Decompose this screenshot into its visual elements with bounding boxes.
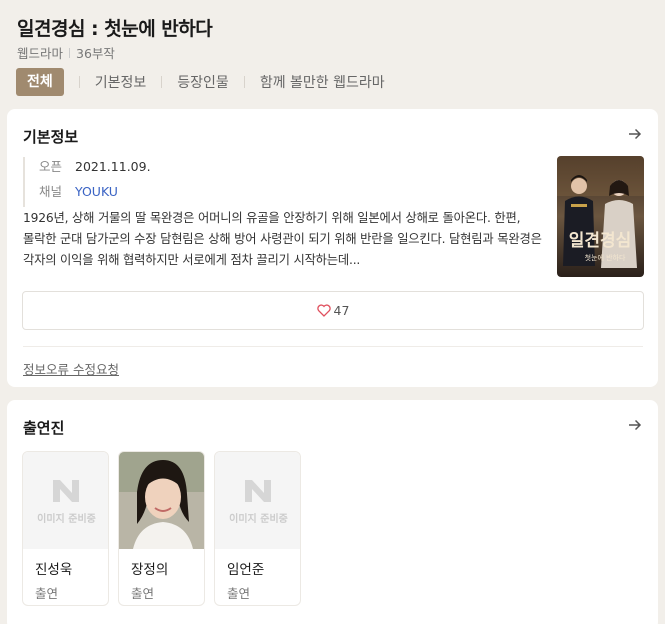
meta-row-channel: 채널 YOUKU bbox=[39, 182, 151, 207]
like-count: 47 bbox=[333, 303, 350, 318]
poster-subtitle: 첫눈에 반하다 bbox=[585, 253, 626, 262]
tab-basic-info[interactable]: 기본정보 bbox=[95, 72, 147, 92]
cast-photo-placeholder: 이미지 준비중 bbox=[215, 452, 300, 549]
placeholder-text: 이미지 준비중 bbox=[37, 514, 96, 525]
poster-title: 일견경심 bbox=[569, 231, 632, 251]
genre-label: 웹드라마 bbox=[17, 46, 64, 61]
section-title: 출연진 bbox=[23, 419, 65, 437]
divider bbox=[161, 76, 163, 88]
page-title: 일견경심 : 첫눈에 반하다 bbox=[17, 18, 213, 40]
heart-icon bbox=[316, 304, 331, 317]
tab-characters[interactable]: 등장인물 bbox=[177, 72, 229, 92]
cast-photo bbox=[119, 452, 204, 549]
cast-role: 출연 bbox=[35, 586, 59, 601]
cast-photo-placeholder: 이미지 준비중 bbox=[23, 452, 108, 549]
channel-link[interactable]: YOUKU bbox=[75, 182, 118, 207]
divider bbox=[23, 346, 643, 347]
arrow-right-icon[interactable] bbox=[628, 127, 642, 141]
cast-name: 임언준 bbox=[227, 562, 265, 578]
report-error-link[interactable]: 정보오류 수정요청 bbox=[23, 359, 119, 378]
section-title: 기본정보 bbox=[23, 128, 79, 146]
placeholder-logo-icon bbox=[53, 480, 79, 502]
divider bbox=[69, 47, 71, 58]
divider bbox=[243, 76, 245, 88]
basic-info-card: 기본정보 오픈 2021.11.09. 채널 YOUKU 1926년, 상해 거… bbox=[7, 109, 658, 387]
cast-card: 출연진 이미지 준비중 진성욱 출연 장정의 출연 이미지 준비중 임언준 출연 bbox=[7, 400, 658, 624]
tab-all[interactable]: 전체 bbox=[16, 68, 64, 96]
episodes-label: 36부작 bbox=[76, 46, 115, 61]
open-date: 2021.11.09. bbox=[75, 159, 151, 174]
cast-item[interactable]: 이미지 준비중 진성욱 출연 bbox=[22, 451, 109, 606]
subtitle-line: 웹드라마 36부작 bbox=[17, 43, 115, 62]
cast-role: 출연 bbox=[131, 586, 155, 601]
cast-name: 장정의 bbox=[131, 562, 169, 578]
arrow-right-icon[interactable] bbox=[628, 418, 642, 432]
meta-row-open: 오픈 2021.11.09. bbox=[39, 157, 151, 182]
cast-role: 출연 bbox=[227, 586, 251, 601]
cast-item[interactable]: 이미지 준비중 임언준 출연 bbox=[214, 451, 301, 606]
tab-bar: 전체 기본정보 등장인물 함께 볼만한 웹드라마 bbox=[16, 68, 385, 96]
cast-item[interactable]: 장정의 출연 bbox=[118, 451, 205, 606]
placeholder-text: 이미지 준비중 bbox=[229, 514, 288, 525]
like-button[interactable]: 47 bbox=[22, 291, 644, 330]
poster-image[interactable]: 일견경심 첫눈에 반하다 bbox=[557, 156, 644, 277]
meta-label: 오픈 bbox=[39, 159, 63, 174]
cast-name: 진성욱 bbox=[35, 562, 73, 578]
meta-list: 오픈 2021.11.09. 채널 YOUKU bbox=[23, 157, 151, 207]
cast-list: 이미지 준비중 진성욱 출연 장정의 출연 이미지 준비중 임언준 출연 bbox=[22, 451, 301, 606]
actor-photo bbox=[119, 452, 204, 549]
synopsis: 1926년, 상해 거물의 딸 목완경은 어머니의 유골을 안장하기 위해 일본… bbox=[23, 211, 542, 267]
meta-label: 채널 bbox=[39, 184, 63, 199]
poster-art: 일견경심 첫눈에 반하다 bbox=[557, 156, 644, 277]
tab-related[interactable]: 함께 볼만한 웹드라마 bbox=[260, 72, 385, 92]
placeholder-logo-icon bbox=[245, 480, 271, 502]
divider bbox=[78, 76, 80, 88]
